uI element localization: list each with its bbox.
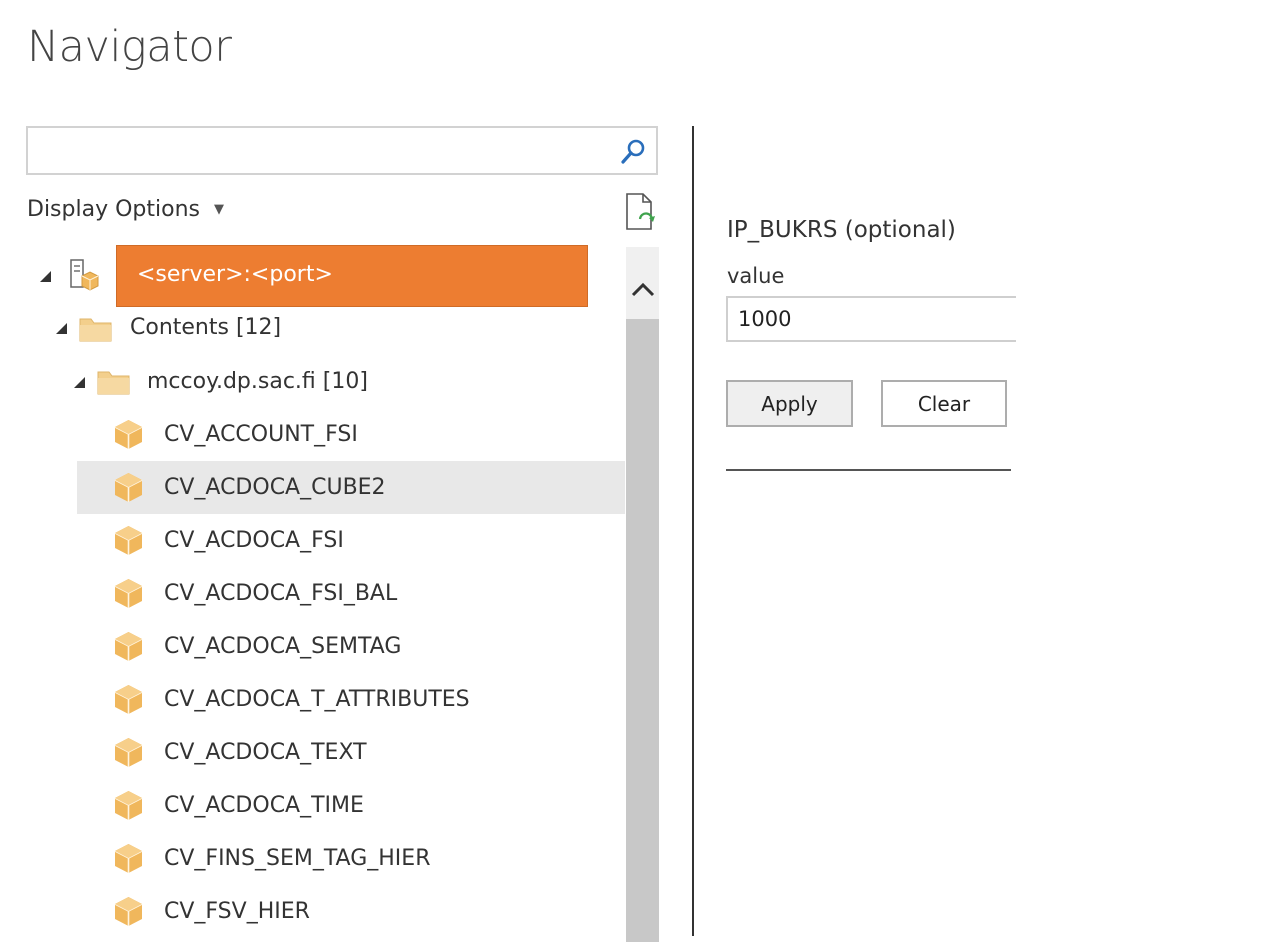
server-icon xyxy=(70,259,99,291)
chevron-up-icon xyxy=(631,282,655,297)
list-item-label: CV_ACDOCA_T_ATTRIBUTES xyxy=(164,687,470,712)
panel-divider xyxy=(692,126,694,936)
table-row[interactable]: CV_ACDOCA_T_ATTRIBUTES xyxy=(77,673,625,726)
table-row[interactable]: CV_ACDOCA_TIME xyxy=(77,779,625,832)
list-item-label: CV_ACCOUNT_FSI xyxy=(164,422,358,447)
table-row[interactable]: CV_ACDOCA_FSI xyxy=(77,514,625,567)
server-node-selected[interactable]: <server>:<port> xyxy=(116,245,588,307)
server-label: <server>:<port> xyxy=(137,262,333,287)
table-row[interactable]: CV_FSV_HIER xyxy=(77,885,625,938)
page-title: Navigator xyxy=(27,22,232,72)
cube-icon xyxy=(114,579,143,608)
tree-row-server[interactable]: <server>:<port> xyxy=(0,244,625,308)
list-item-label: CV_ACDOCA_FSI xyxy=(164,528,344,553)
table-row[interactable]: CV_ACDOCA_SEMTAG xyxy=(77,620,625,673)
list-item-label: CV_ACDOCA_TIME xyxy=(164,793,364,818)
cube-icon xyxy=(114,897,143,926)
list-item-label: CV_ACDOCA_SEMTAG xyxy=(164,634,402,659)
tree-row-package[interactable]: mccoy.dp.sac.fi [10] xyxy=(0,355,625,408)
list-item-label: CV_ACDOCA_FSI_BAL xyxy=(164,581,398,606)
folder-icon xyxy=(97,371,130,395)
list-item-label: CV_FSV_HIER xyxy=(164,899,310,924)
caret-down-icon: ▼ xyxy=(213,202,224,217)
refresh-document-icon[interactable] xyxy=(624,192,660,232)
navigator-tree: <server>:<port> Contents [12] mccoy.dp.s… xyxy=(0,244,625,942)
cube-icon xyxy=(114,473,143,502)
display-options-dropdown[interactable]: Display Options ▼ xyxy=(27,197,224,222)
value-input[interactable] xyxy=(726,296,1016,342)
display-options-label: Display Options xyxy=(27,197,200,222)
clear-button[interactable]: Clear xyxy=(881,380,1007,427)
search-input[interactable] xyxy=(34,134,618,169)
contents-label: Contents [12] xyxy=(130,315,282,340)
parameter-divider xyxy=(726,469,1011,471)
table-row[interactable]: CV_FINS_SEM_TAG_HIER xyxy=(77,832,625,885)
cube-icon xyxy=(114,526,143,555)
cube-icon xyxy=(114,632,143,661)
tree-row-contents[interactable]: Contents [12] xyxy=(0,302,625,355)
package-label: mccoy.dp.sac.fi [10] xyxy=(147,369,368,394)
cube-icon xyxy=(114,738,143,767)
list-item-label: CV_FINS_SEM_TAG_HIER xyxy=(164,846,431,871)
search-box[interactable] xyxy=(26,126,658,175)
cube-icon xyxy=(114,420,143,449)
folder-icon xyxy=(79,318,112,342)
table-row[interactable]: CV_ACDOCA_FSI_BAL xyxy=(77,567,625,620)
cube-icon xyxy=(114,844,143,873)
tree-scrollbar[interactable] xyxy=(626,247,659,942)
table-row[interactable]: CV_ACDOCA_TEXT xyxy=(77,726,625,779)
list-item-label: CV_ACDOCA_CUBE2 xyxy=(164,475,386,500)
table-row[interactable]: CV_ACCOUNT_FSI xyxy=(77,408,625,461)
cube-icon xyxy=(114,791,143,820)
value-label: value xyxy=(727,264,785,288)
scroll-up-button[interactable] xyxy=(626,247,659,319)
search-icon[interactable] xyxy=(620,137,648,165)
apply-button[interactable]: Apply xyxy=(726,380,853,427)
parameter-name: IP_BUKRS (optional) xyxy=(727,217,956,243)
cube-icon xyxy=(114,685,143,714)
table-row[interactable]: CV_ACDOCA_CUBE2 xyxy=(77,461,625,514)
list-item-label: CV_ACDOCA_TEXT xyxy=(164,740,367,765)
